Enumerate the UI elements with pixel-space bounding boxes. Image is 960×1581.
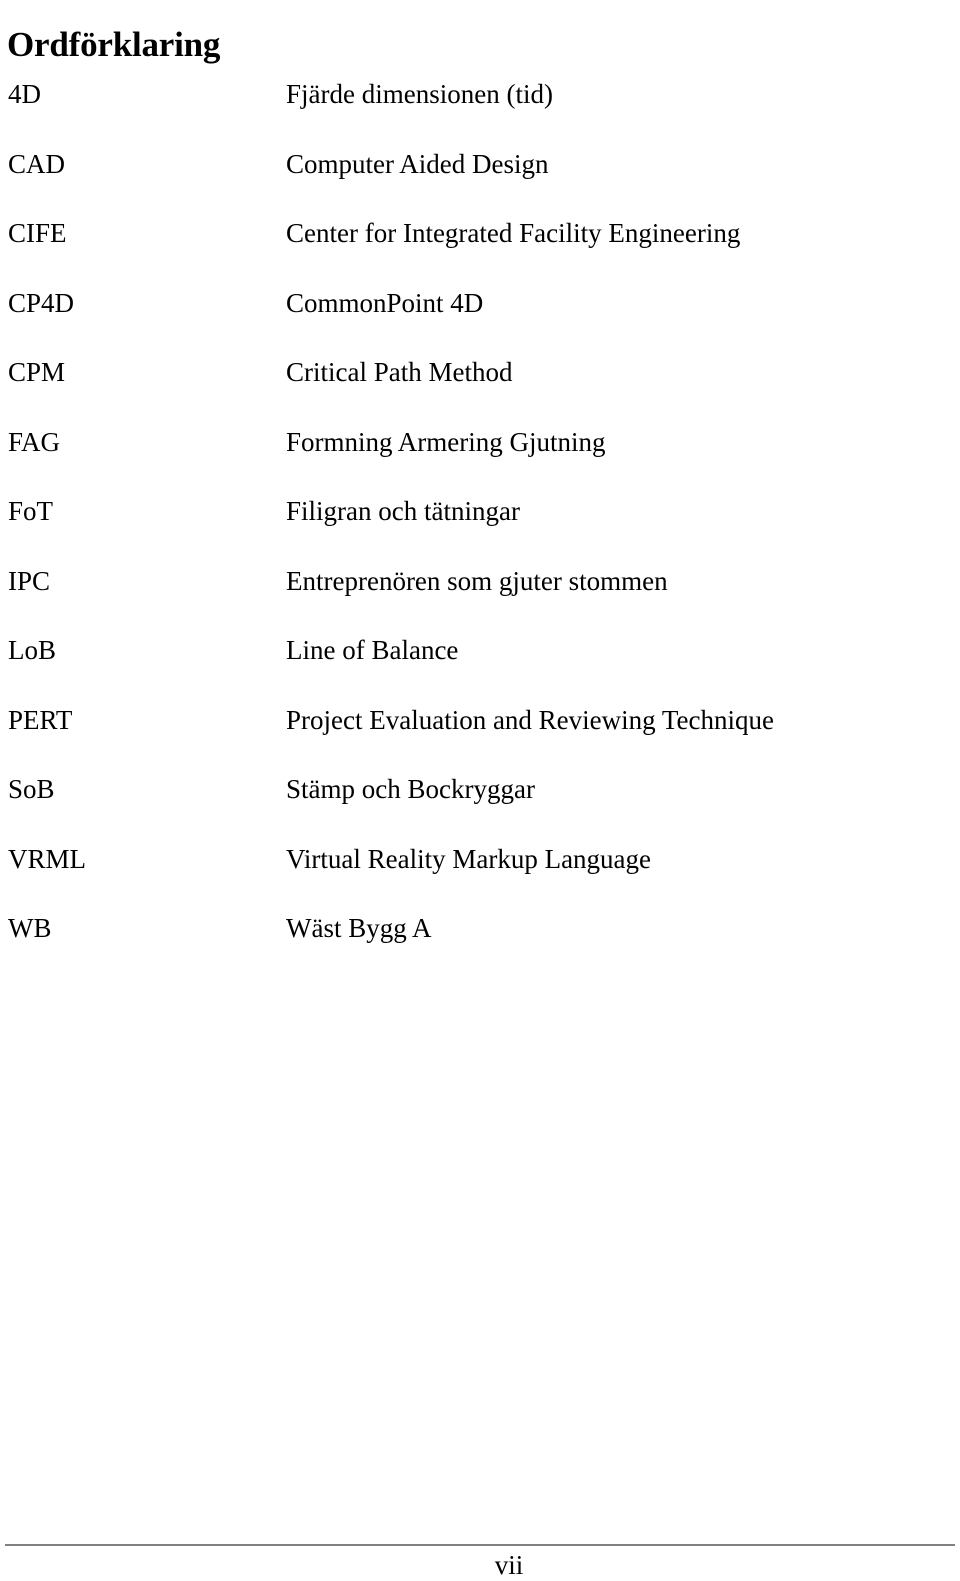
- glossary-row: 4D Fjärde dimensionen (tid): [0, 78, 960, 148]
- glossary-row: PERT Project Evaluation and Reviewing Tec…: [0, 704, 960, 774]
- glossary-definition: Project Evaluation and Reviewing Techniq…: [286, 704, 774, 735]
- glossary-term: CAD: [8, 148, 66, 179]
- glossary-term: FAG: [8, 426, 61, 457]
- glossary-definition: Formning Armering Gjutning: [286, 426, 606, 457]
- page-footer: vii: [0, 1536, 960, 1580]
- glossary-definition: Line of Balance: [286, 635, 459, 665]
- glossary-row: CAD Computer Aided Design: [0, 148, 960, 218]
- glossary-term: FoT: [8, 496, 54, 526]
- glossary-row: FAG Formning Armering Gjutning: [0, 426, 960, 496]
- glossary-row: LoB Line of Balance: [0, 634, 960, 704]
- glossary-row: CP4D CommonPoint 4D: [0, 287, 960, 357]
- footer-divider: [5, 1544, 955, 1546]
- glossary-definition: CommonPoint 4D: [286, 287, 484, 318]
- glossary-term: PERT: [8, 704, 73, 735]
- glossary-term: SoB: [8, 774, 55, 804]
- glossary-definition: Filigran och tätningar: [286, 496, 520, 526]
- glossary-definition: Entreprenören som gjuter stommen: [286, 565, 668, 596]
- glossary-definition: Stämp och Bockryggar: [286, 774, 535, 804]
- glossary-term: WB: [8, 913, 52, 943]
- glossary-definition: Wäst Bygg A: [286, 913, 432, 943]
- glossary-definition: Computer Aided Design: [286, 148, 549, 179]
- glossary-list: 4D Fjärde dimensionen (tid) CAD Computer Ai…: [0, 78, 960, 982]
- glossary-row: VRML Virtual Reality Markup Language: [0, 843, 960, 913]
- glossary-definition: Fjärde dimensionen (tid): [286, 79, 553, 109]
- page-title: Ordförklaring: [7, 25, 221, 65]
- glossary-row: WB Wäst Bygg A: [0, 912, 960, 982]
- glossary-term: IPC: [8, 565, 51, 596]
- glossary-row: CIFE Center for Integrated Facility Engin…: [0, 217, 960, 287]
- glossary-row: SoB Stämp och Bockryggar: [0, 773, 960, 843]
- glossary-definition: Center for Integrated Facility Engineeri…: [286, 218, 741, 248]
- glossary-term: CPM: [8, 357, 66, 387]
- document-page: Ordförklaring 4D Fjärde dimensionen (tid)…: [0, 0, 960, 1580]
- glossary-term: 4D: [8, 79, 41, 109]
- glossary-row: CPM Critical Path Method: [0, 356, 960, 426]
- glossary-term: CP4D: [8, 287, 75, 318]
- glossary-row: IPC Entreprenören som gjuter stommen: [0, 565, 960, 635]
- glossary-term: CIFE: [8, 218, 67, 248]
- glossary-definition: Virtual Reality Markup Language: [286, 843, 652, 874]
- glossary-definition: Critical Path Method: [286, 357, 513, 387]
- glossary-row: FoT Filigran och tätningar: [0, 495, 960, 565]
- page-number: vii: [494, 1550, 524, 1580]
- glossary-term: VRML: [8, 843, 87, 874]
- glossary-term: LoB: [8, 635, 57, 665]
